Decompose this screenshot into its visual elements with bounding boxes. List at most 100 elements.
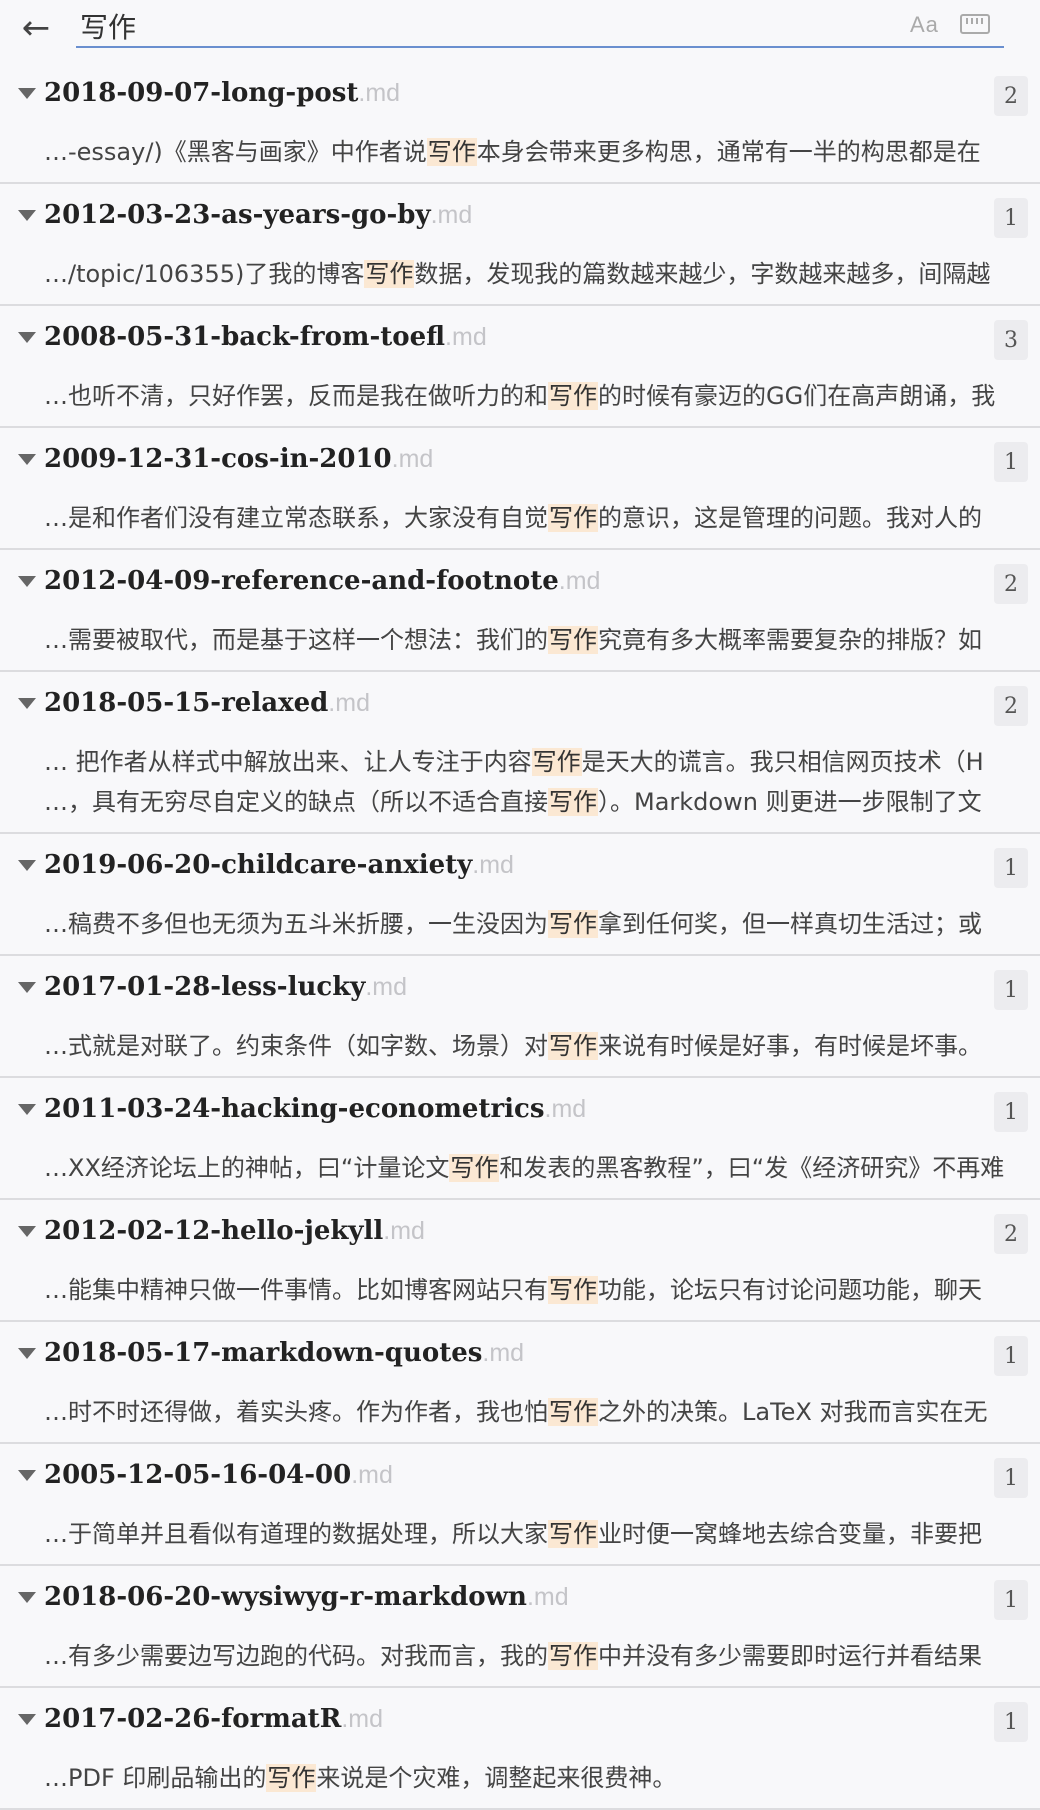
- snippet-before: …需要被取代，而是基于这样一个想法：我们的: [44, 626, 548, 654]
- result-filename-base: 2005-12-05-16-04-00: [44, 1460, 352, 1490]
- match-snippet[interactable]: …-essay/)《黑客与画家》中作者说写作本身会带来更多构思，通常有一半的构思…: [44, 132, 1040, 172]
- result-header[interactable]: 2017-02-26-formatR.md 1: [0, 1688, 1040, 1758]
- back-arrow-icon[interactable]: ←: [14, 6, 58, 50]
- result-filename[interactable]: 2017-02-26-formatR.md: [44, 1704, 383, 1734]
- match-snippet[interactable]: …XX经济论坛上的神帖，曰“计量论文写作和发表的黑客教程”，曰“发《经济研究》不…: [44, 1148, 1040, 1188]
- result-filename-ext: .md: [358, 79, 401, 107]
- result-header[interactable]: 2018-05-17-markdown-quotes.md 1: [0, 1322, 1040, 1392]
- match-snippet[interactable]: …是和作者们没有建立常态联系，大家没有自觉写作的意识，这是管理的问题。我对人的: [44, 498, 1040, 538]
- collapse-caret-icon[interactable]: [18, 1592, 36, 1603]
- snippet-highlight: 写作: [548, 1520, 598, 1548]
- snippet-before: …能集中精神只做一件事情。比如博客网站只有: [44, 1276, 548, 1304]
- result-header[interactable]: 2017-01-28-less-lucky.md 1: [0, 956, 1040, 1026]
- collapse-caret-icon[interactable]: [18, 860, 36, 871]
- result-header[interactable]: 2018-09-07-long-post.md 2: [0, 62, 1040, 132]
- result-filename-base: 2012-04-09-reference-and-footnote: [44, 566, 559, 596]
- collapse-caret-icon[interactable]: [18, 210, 36, 221]
- match-count-badge: 1: [994, 1092, 1028, 1132]
- match-snippet[interactable]: …需要被取代，而是基于这样一个想法：我们的写作究竟有多大概率需要复杂的排版？如: [44, 620, 1040, 660]
- match-count-badge: 2: [994, 564, 1028, 604]
- snippet-highlight: 写作: [364, 260, 415, 288]
- match-snippet[interactable]: …能集中精神只做一件事情。比如博客网站只有写作功能，论坛只有讨论问题功能，聊天: [44, 1270, 1040, 1310]
- snippet-before: … 把作者从样式中解放出来、让人专注于内容: [44, 748, 532, 776]
- result-filename-ext: .md: [544, 1095, 587, 1123]
- match-count-badge: 2: [994, 686, 1028, 726]
- snippet-highlight: 写作: [426, 138, 477, 166]
- result-filename[interactable]: 2011-03-24-hacking-econometrics.md: [44, 1094, 586, 1124]
- result-filename[interactable]: 2018-09-07-long-post.md: [44, 78, 400, 108]
- result-filename-base: 2012-02-12-hello-jekyll: [44, 1216, 384, 1246]
- collapse-caret-icon[interactable]: [18, 454, 36, 465]
- match-count-badge: 1: [994, 848, 1028, 888]
- result-filename-ext: .md: [482, 1339, 525, 1367]
- result-filename[interactable]: 2017-01-28-less-lucky.md: [44, 972, 407, 1002]
- search-input[interactable]: [80, 6, 880, 46]
- snippet-after: 的意识，这是管理的问题。我对人的: [598, 504, 982, 532]
- collapse-caret-icon[interactable]: [18, 1348, 36, 1359]
- match-snippet[interactable]: … 把作者从样式中解放出来、让人专注于内容写作是天大的谎言。我只相信网页技术（H: [44, 742, 1040, 782]
- collapse-caret-icon[interactable]: [18, 982, 36, 993]
- match-snippet[interactable]: …式就是对联了。约束条件（如字数、场景）对写作来说有时候是好事，有时候是坏事。: [44, 1026, 1040, 1066]
- result-header[interactable]: 2012-04-09-reference-and-footnote.md 2: [0, 550, 1040, 620]
- result-filename-base: 2008-05-31-back-from-toefl: [44, 322, 446, 352]
- result-filename[interactable]: 2012-04-09-reference-and-footnote.md: [44, 566, 600, 596]
- collapse-caret-icon[interactable]: [18, 698, 36, 709]
- snippet-after: 中并没有多少需要即时运行并看结果: [598, 1642, 982, 1670]
- result-header[interactable]: 2005-12-05-16-04-00.md 1: [0, 1444, 1040, 1514]
- result-header[interactable]: 2012-02-12-hello-jekyll.md 2: [0, 1200, 1040, 1270]
- match-snippet[interactable]: …/topic/106355)了我的博客写作数据，发现我的篇数越来越少，字数越来…: [44, 254, 1040, 294]
- match-snippet[interactable]: …于简单并且看似有道理的数据处理，所以大家写作业时便一窝蜂地去综合变量，非要把: [44, 1514, 1040, 1554]
- result-filename-ext: .md: [558, 567, 601, 595]
- snippet-highlight: 写作: [548, 382, 598, 410]
- result-item: 2018-06-20-wysiwyg-r-markdown.md 1 …有多少需要边…: [0, 1566, 1040, 1688]
- result-header[interactable]: 2009-12-31-cos-in-2010.md 1: [0, 428, 1040, 498]
- result-header[interactable]: 2008-05-31-back-from-toefl.md 3: [0, 306, 1040, 376]
- snippet-after: 功能，论坛只有讨论问题功能，聊天: [598, 1276, 982, 1304]
- result-item: 2012-04-09-reference-and-footnote.md 2 …需要…: [0, 550, 1040, 672]
- collapse-caret-icon[interactable]: [18, 576, 36, 587]
- match-snippet[interactable]: …稿费不多但也无须为五斗米折腰，一生没因为写作拿到任何奖，但一样真切生活过；或: [44, 904, 1040, 944]
- match-snippet[interactable]: …有多少需要边写边跑的代码。对我而言，我的写作中并没有多少需要即时运行并看结果: [44, 1636, 1040, 1676]
- collapse-caret-icon[interactable]: [18, 1470, 36, 1481]
- match-case-toggle[interactable]: Aa: [910, 12, 939, 38]
- match-snippet[interactable]: …PDF 印刷品输出的写作来说是个灾难，调整起来很费神。: [44, 1758, 1040, 1798]
- result-filename-ext: .md: [526, 1583, 569, 1611]
- snippet-highlight: 写作: [531, 748, 582, 776]
- result-header[interactable]: 2019-06-20-childcare-anxiety.md 1: [0, 834, 1040, 904]
- collapse-caret-icon[interactable]: [18, 1104, 36, 1115]
- snippet-before: …-essay/)《黑客与画家》中作者说: [44, 138, 427, 166]
- result-filename[interactable]: 2008-05-31-back-from-toefl.md: [44, 322, 487, 352]
- snippet-before: …也听不清，只好作罢，反而是我在做听力的和: [44, 382, 548, 410]
- result-filename[interactable]: 2012-02-12-hello-jekyll.md: [44, 1216, 425, 1246]
- result-header[interactable]: 2018-05-15-relaxed.md 2: [0, 672, 1040, 742]
- result-filename[interactable]: 2005-12-05-16-04-00.md: [44, 1460, 393, 1490]
- result-filename[interactable]: 2012-03-23-as-years-go-by.md: [44, 200, 472, 230]
- result-filename-ext: .md: [391, 445, 434, 473]
- result-filename-base: 2009-12-31-cos-in-2010: [44, 444, 392, 474]
- collapse-caret-icon[interactable]: [18, 1714, 36, 1725]
- match-snippet[interactable]: …时不时还得做，着实头疼。作为作者，我也怕写作之外的决策。LaTeX 对我而言实…: [44, 1392, 1040, 1432]
- snippet-before: …有多少需要边写边跑的代码。对我而言，我的: [44, 1642, 548, 1670]
- match-snippet[interactable]: …也听不清，只好作罢，反而是我在做听力的和写作的时候有豪迈的GG们在高声朗诵，我: [44, 376, 1040, 416]
- result-filename-base: 2012-03-23-as-years-go-by: [44, 200, 431, 230]
- result-header[interactable]: 2011-03-24-hacking-econometrics.md 1: [0, 1078, 1040, 1148]
- result-header[interactable]: 2018-06-20-wysiwyg-r-markdown.md 1: [0, 1566, 1040, 1636]
- snippet-highlight: 写作: [548, 626, 598, 654]
- collapse-caret-icon[interactable]: [18, 1226, 36, 1237]
- result-filename-base: 2011-03-24-hacking-econometrics: [44, 1094, 545, 1124]
- result-filename[interactable]: 2018-05-15-relaxed.md: [44, 688, 370, 718]
- keyboard-icon[interactable]: [960, 14, 990, 34]
- result-item: 2017-01-28-less-lucky.md 1 …式就是对联了。约束条件（如字…: [0, 956, 1040, 1078]
- snippet-highlight: 写作: [548, 788, 598, 816]
- snippet-before: …，具有无穷尽自定义的缺点（所以不适合直接: [44, 788, 548, 816]
- match-snippet[interactable]: …，具有无穷尽自定义的缺点（所以不适合直接写作）。Markdown 则更进一步限…: [44, 782, 1040, 822]
- result-filename[interactable]: 2019-06-20-childcare-anxiety.md: [44, 850, 514, 880]
- result-header[interactable]: 2012-03-23-as-years-go-by.md 1: [0, 184, 1040, 254]
- result-filename[interactable]: 2018-06-20-wysiwyg-r-markdown.md: [44, 1582, 569, 1612]
- result-filename[interactable]: 2009-12-31-cos-in-2010.md: [44, 444, 433, 474]
- collapse-caret-icon[interactable]: [18, 88, 36, 99]
- match-count-badge: 1: [994, 970, 1028, 1010]
- match-count-badge: 1: [994, 1458, 1028, 1498]
- result-filename[interactable]: 2018-05-17-markdown-quotes.md: [44, 1338, 524, 1368]
- collapse-caret-icon[interactable]: [18, 332, 36, 343]
